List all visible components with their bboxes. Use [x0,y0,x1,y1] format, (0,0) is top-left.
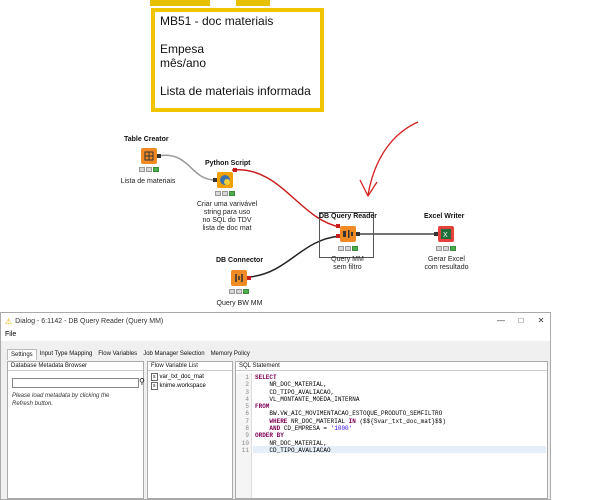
sql-statement-header: SQL Statement [236,362,547,371]
node-status-lights [338,246,358,251]
menu-file[interactable]: File [5,331,16,338]
flow-variable-label: knime.workspace [159,383,206,389]
string-variable-icon: s [151,373,158,381]
line-number: 3 [245,388,249,396]
tab-job-manager-selection[interactable]: Job Manager Selection [140,349,207,360]
node-title-python-script: Python Script [205,160,251,167]
node-description: Query BW MM [216,300,263,307]
input-port[interactable] [336,234,340,238]
string-variable-icon: s [151,382,158,390]
node-title-table-creator: Table Creator [124,136,169,143]
node-description: Lista de materiais [120,178,176,185]
line-number: 2 [245,381,249,389]
node-description-line: lista de doc mat [202,225,252,232]
node-description: Query MM sem filtro [320,256,375,272]
warning-icon: ⚠ [5,316,13,326]
node-description-line: Gerar Excel [428,256,465,263]
tab-settings[interactable]: Settings [7,349,37,360]
db-query-reader-node[interactable] [340,226,356,242]
dialog-title: Dialog - 6:1142 - DB Query Reader (Query… [15,317,164,325]
sql-line: CD_TIPO_AVALIACAO, [255,388,335,396]
flow-variable-list-header: Flow Variable List [148,362,232,371]
node-description-line: com resultado [424,264,469,271]
node-title-excel-writer: Excel Writer [424,213,465,220]
node-description-line: Query MM [331,256,364,263]
output-port[interactable] [157,154,161,158]
line-number: 4 [245,395,249,403]
line-number: 10 [241,439,249,447]
connection-line [156,154,216,181]
line-number: 9 [245,432,249,440]
line-number: 6 [245,410,249,418]
dialog-menubar: File [1,329,550,341]
db-query-reader-dialog[interactable]: ⚠ Dialog - 6:1142 - DB Query Reader (Que… [0,312,551,500]
line-number: 8 [245,425,249,433]
svg-text:X: X [443,232,448,239]
sql-statement-panel: SQL Statement 1 2 3 4 5 6 7 8 9 10 11 SELECT NR_DO… [235,361,548,499]
line-number: 1 [245,374,249,381]
tab-flow-variables[interactable]: Flow Variables [95,349,140,360]
metadata-browser-panel: Database Metadata Browser ⚲ Please load … [7,361,145,499]
metadata-message: Please load metadata by clicking the Ref… [12,392,109,408]
output-port[interactable] [233,168,237,172]
dialog-tabs: Settings Input Type Mapping Flow Variabl… [7,349,253,360]
flow-variable-label: var_txt_doc_mat [159,374,204,380]
python-script-node[interactable] [217,172,233,188]
input-port[interactable] [213,178,217,182]
node-description: Criar uma varivável string para uso no S… [193,201,261,233]
db-connector-node[interactable] [231,270,247,286]
node-status-lights [229,289,249,294]
sql-line: SELECT [255,374,277,381]
flow-variable-item[interactable]: s var_txt_doc_mat [151,373,229,382]
sql-line: VL_MONTANTE_MOEDA_INTERNA [255,395,360,403]
node-description-line: sem filtro [333,264,362,271]
output-port[interactable] [356,232,360,236]
sql-editor[interactable]: SELECT NR_DOC_MATERIAL, CD_TIPO_AVALIACA… [255,374,545,454]
node-connections [156,121,437,278]
node-description-line: Criar uma varivável [196,201,258,208]
table-creator-node[interactable] [141,148,157,164]
excel-writer-node[interactable]: X [438,226,454,242]
flow-variable-list-panel: Flow Variable List s var_txt_doc_mat s kni… [147,361,233,499]
sql-line: NR_DOC_MATERIAL, [255,381,328,389]
metadata-message-line: Refresh button. [12,401,54,407]
line-number: 7 [245,417,249,425]
input-port[interactable] [336,224,340,228]
line-number: 5 [245,403,249,411]
node-description-line: string para uso [203,209,251,216]
line-number-gutter: 1 2 3 4 5 6 7 8 9 10 11 [236,373,252,498]
sql-line: AND CD_EMPRESA = '1000' [269,425,353,433]
sql-line: CD_TIPO_AVALIACAO [255,446,331,454]
flow-variable-item[interactable]: s knime.workspace [151,382,229,391]
search-icon[interactable]: ⚲ [139,377,145,386]
tab-input-type-mapping[interactable]: Input Type Mapping [37,349,96,360]
node-status-lights [436,246,456,251]
close-button[interactable]: ✕ [529,313,553,329]
tab-memory-policy[interactable]: Memory Policy [208,349,253,360]
input-port[interactable] [434,232,438,236]
sql-line: WHERE NR_DOC_MATERIAL IN ($${Svar_txt_do… [269,417,446,425]
node-description-line: no SQL do TDV [202,217,252,224]
metadata-search-input[interactable] [12,378,139,388]
metadata-message-line: Please load metadata by clicking the [12,393,110,399]
node-description: Gerar Excel com resultado [419,256,474,272]
sql-line: ORDER BY [255,432,284,440]
node-status-lights [139,167,159,172]
metadata-browser-header: Database Metadata Browser [8,362,143,371]
node-status-lights [215,191,235,196]
sql-line: FROM [255,403,270,411]
output-port[interactable] [247,276,251,280]
line-number: 11 [241,446,249,454]
node-title-db-connector: DB Connector [216,257,264,264]
dialog-titlebar[interactable]: ⚠ Dialog - 6:1142 - DB Query Reader (Que… [1,313,550,329]
sql-line: BW.VW_AIC_MOVIMENTACAO_ESTOQUE_PRODUTO_S… [255,410,443,418]
sql-line: NR_DOC_MATERIAL, [255,439,328,447]
node-title-db-query-reader: DB Query Reader [319,213,377,220]
